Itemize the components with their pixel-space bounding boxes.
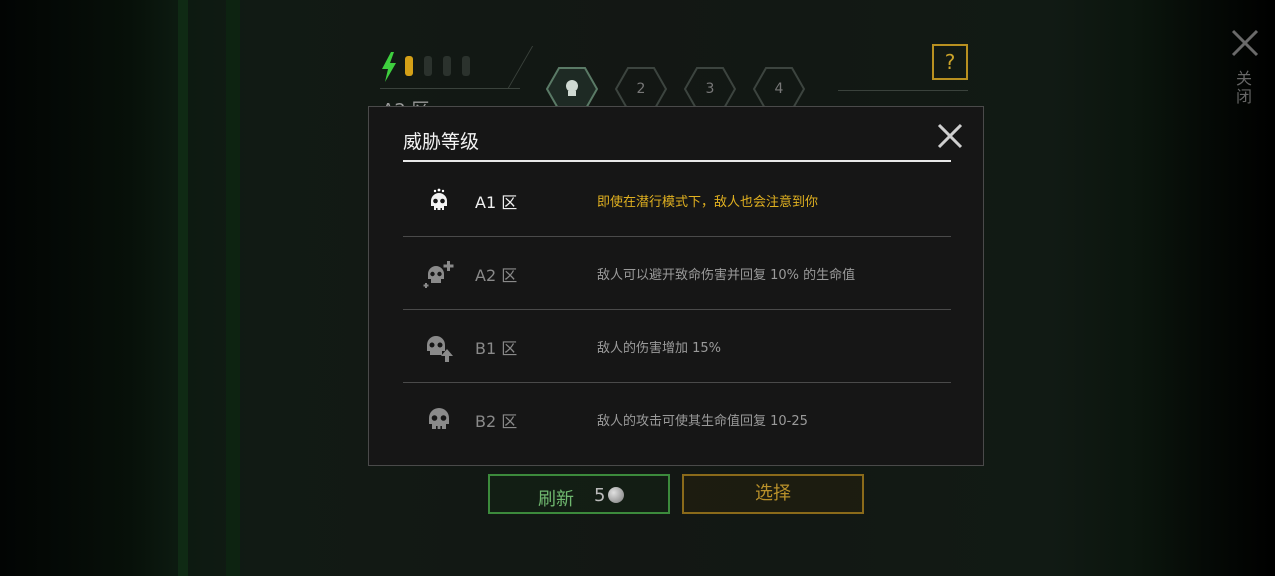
close-label[interactable]: 关闭 (1233, 70, 1254, 106)
background-stripe (178, 0, 188, 576)
threat-level-dialog: 威胁等级 A1 区 即使在潜行模式下，敌人也会注意到你 A2 区 敌人可以避开致… (368, 106, 984, 466)
dialog-close-icon[interactable] (935, 121, 965, 151)
hud-line (380, 88, 520, 89)
skull-arrow-up-icon (427, 336, 453, 362)
zone-label: B1 区 (475, 339, 518, 358)
select-button[interactable]: 选择 (682, 474, 864, 514)
row-divider (403, 309, 951, 310)
skull-heal-icon (423, 261, 454, 288)
energy-cell (405, 56, 413, 76)
threat-row-a1[interactable]: A1 区 即使在潜行模式下，敌人也会注意到你 (403, 165, 951, 237)
skull-icon (429, 408, 449, 429)
row-divider (403, 382, 951, 383)
help-button[interactable]: ? (932, 44, 968, 80)
threat-row-b1[interactable]: B1 区 敌人的伤害增加 15% (403, 311, 951, 383)
crowned-skull-icon (431, 188, 447, 211)
background-stripe (226, 0, 240, 576)
row-divider (403, 236, 951, 237)
close-icon[interactable] (1228, 26, 1262, 60)
threat-row-b2[interactable]: B2 区 敌人的攻击可使其生命值回复 10-25 (403, 384, 951, 456)
zone-label: A1 区 (475, 193, 518, 212)
coin-icon (608, 487, 624, 503)
lightning-icon (382, 52, 396, 82)
threat-row-a2[interactable]: A2 区 敌人可以避开致命伤害并回复 10% 的生命值 (403, 238, 951, 310)
zone-label: B2 区 (475, 412, 518, 431)
title-divider (403, 160, 951, 162)
zone-description: 即使在潜行模式下，敌人也会注意到你 (597, 195, 819, 210)
zone-description: 敌人的伤害增加 15% (597, 341, 722, 356)
zone-label: A2 区 (475, 266, 518, 285)
energy-cell (462, 56, 470, 76)
dialog-title: 威胁等级 (403, 131, 480, 153)
refresh-cost: 5 (594, 485, 606, 506)
hud-line (838, 90, 968, 91)
refresh-label: 刷新 (538, 489, 574, 510)
refresh-button[interactable]: 刷新 5 (488, 474, 670, 514)
energy-cell (424, 56, 432, 76)
zone-description: 敌人的攻击可使其生命值回复 10-25 (597, 414, 808, 429)
zone-description: 敌人可以避开致命伤害并回复 10% 的生命值 (597, 268, 856, 283)
energy-cell (443, 56, 451, 76)
